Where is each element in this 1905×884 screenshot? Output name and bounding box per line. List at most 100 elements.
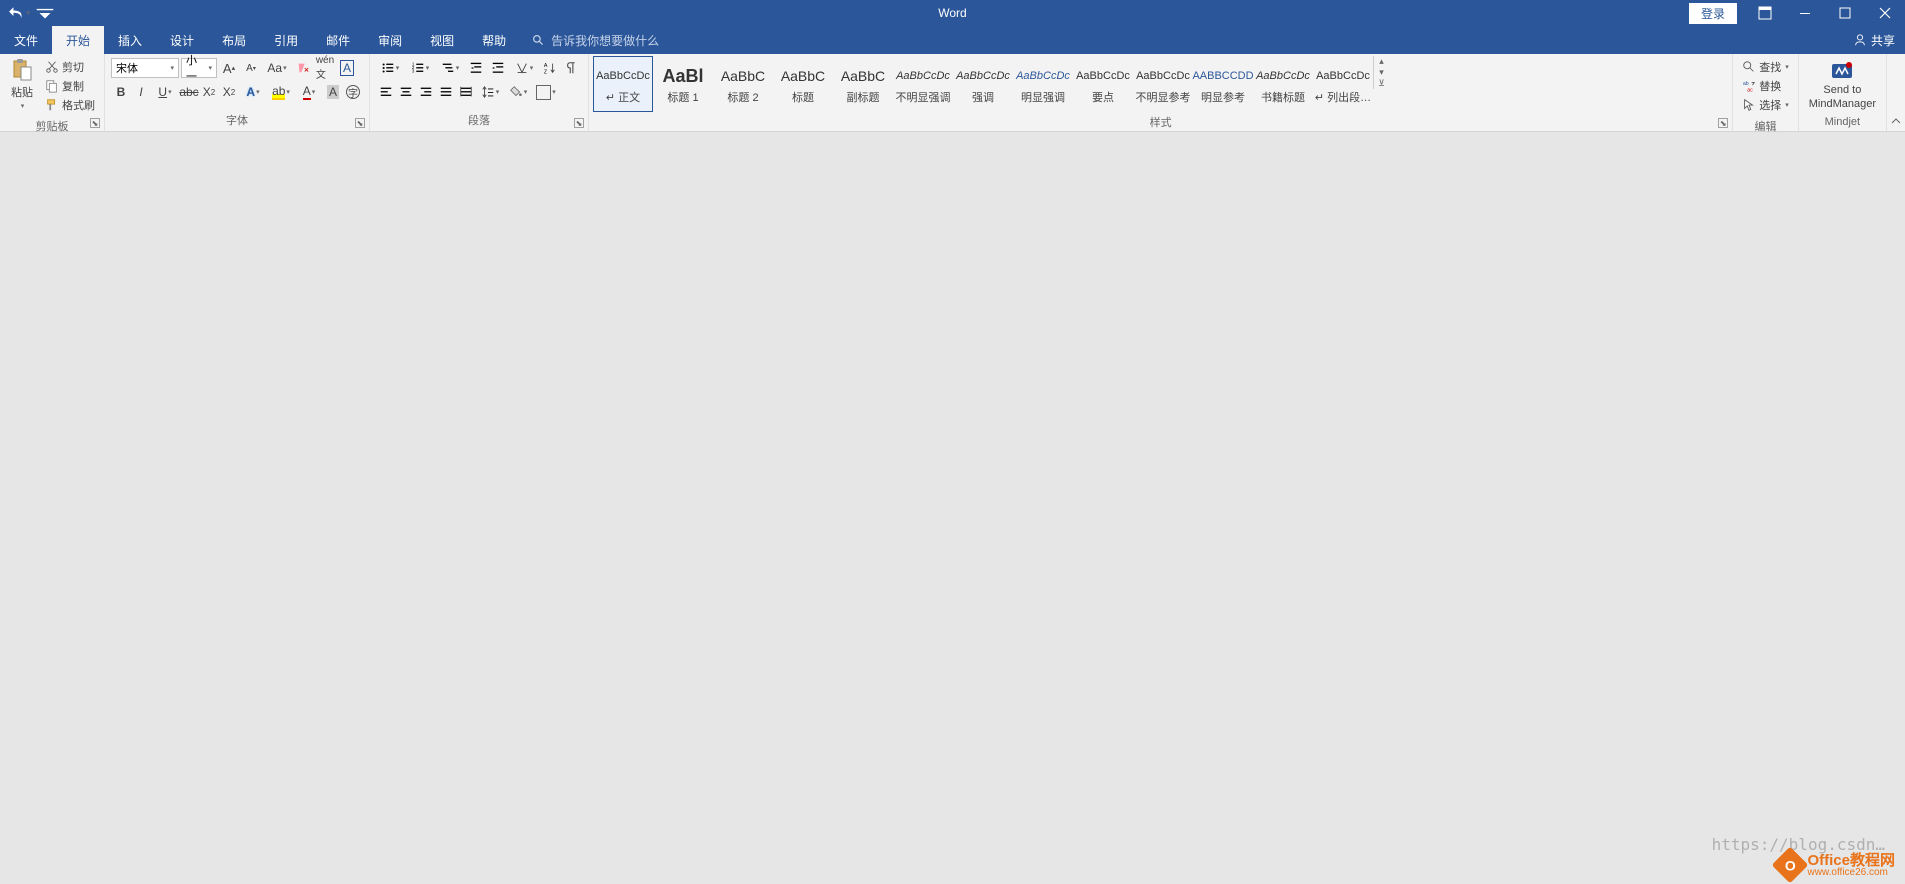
select-button[interactable]: 选择 ▾ (1739, 96, 1792, 114)
superscript-button[interactable]: X2 (219, 82, 239, 102)
font-name-combo[interactable]: 宋体▾ (111, 58, 179, 78)
format-painter-button[interactable]: 格式刷 (42, 96, 98, 114)
style-item-10[interactable]: AABBCCDD明显参考 (1193, 56, 1253, 112)
styles-gallery: AaBbCcDc↵ 正文AaBl标题 1AaBbC标题 2AaBbC标题AaBb… (593, 56, 1373, 112)
style-item-9[interactable]: AaBbCcDc不明显参考 (1133, 56, 1193, 112)
tab-layout[interactable]: 布局 (208, 26, 260, 54)
tab-help[interactable]: 帮助 (468, 26, 520, 54)
underline-button[interactable]: U▾ (151, 82, 179, 102)
character-border-button[interactable]: A (337, 58, 357, 78)
tab-view[interactable]: 视图 (416, 26, 468, 54)
asian-layout-button[interactable]: ▾ (510, 58, 538, 78)
numbering-button[interactable]: 123▾ (406, 58, 434, 78)
format-painter-label: 格式刷 (62, 97, 95, 113)
enclose-characters-button[interactable]: 字 (343, 82, 363, 102)
gallery-scroll-up[interactable]: ▴ (1374, 56, 1389, 67)
document-area[interactable]: https://blog.csdn… O Office教程网 www.offic… (0, 132, 1905, 884)
align-center-button[interactable] (396, 82, 416, 102)
style-item-5[interactable]: AaBbCcDc不明显强调 (893, 56, 953, 112)
style-item-1[interactable]: AaBl标题 1 (653, 56, 713, 112)
minimize-button[interactable] (1785, 0, 1825, 26)
align-right-button[interactable] (416, 82, 436, 102)
close-button[interactable] (1865, 0, 1905, 26)
borders-button[interactable]: ▾ (532, 82, 560, 102)
shrink-font-button[interactable]: A▾ (241, 58, 261, 78)
mindjet-line2: MindManager (1809, 98, 1876, 110)
phonetic-guide-button[interactable]: wén文 (315, 58, 335, 78)
undo-button[interactable]: ▾ (8, 2, 30, 24)
bullets-button[interactable]: ▾ (376, 58, 404, 78)
title-right-controls: 登录 (1689, 0, 1905, 26)
highlight-button[interactable]: ab▾ (267, 82, 295, 102)
gallery-scroll-down[interactable]: ▾ (1374, 67, 1389, 78)
tab-home[interactable]: 开始 (52, 26, 104, 54)
clear-formatting-button[interactable] (293, 58, 313, 78)
style-item-7[interactable]: AaBbCcDc明显强调 (1013, 56, 1073, 112)
increase-indent-button[interactable] (488, 58, 508, 78)
decrease-indent-button[interactable] (466, 58, 486, 78)
show-marks-button[interactable] (562, 58, 582, 78)
text-effects-button[interactable]: A▾ (239, 82, 267, 102)
paste-button[interactable]: 粘贴 ▾ (4, 56, 40, 112)
share-button[interactable]: 共享 (1843, 26, 1905, 54)
tell-me-search[interactable]: 告诉我你想要做什么 (520, 26, 671, 54)
tab-file[interactable]: 文件 (0, 26, 52, 54)
styles-launcher[interactable]: ⬊ (1718, 118, 1728, 128)
style-item-8[interactable]: AaBbCcDc要点 (1073, 56, 1133, 112)
group-mindjet-label: Mindjet (1803, 114, 1882, 131)
maximize-button[interactable] (1825, 0, 1865, 26)
grow-font-button[interactable]: A▴ (219, 58, 239, 78)
tab-review[interactable]: 审阅 (364, 26, 416, 54)
style-name: ↵ 正文 (606, 89, 640, 105)
style-item-11[interactable]: AaBbCcDc书籍标题 (1253, 56, 1313, 112)
character-shading-button[interactable]: A (323, 82, 343, 102)
sort-button[interactable]: AZ (540, 58, 560, 78)
tab-references[interactable]: 引用 (260, 26, 312, 54)
font-size-combo[interactable]: 小一▾ (181, 58, 217, 78)
style-name: ↵ 列出段… (1315, 89, 1371, 105)
svg-text:Z: Z (544, 69, 548, 75)
style-item-12[interactable]: AaBbCcDc↵ 列出段… (1313, 56, 1373, 112)
style-item-0[interactable]: AaBbCcDc↵ 正文 (593, 56, 653, 112)
font-color-button[interactable]: A▾ (295, 82, 323, 102)
title-bar: ▾ Word 登录 (0, 0, 1905, 26)
group-clipboard: 粘贴 ▾ 剪切 复制 格式刷 剪贴板 ⬊ (0, 54, 105, 131)
style-item-6[interactable]: AaBbCcDc强调 (953, 56, 1013, 112)
style-item-3[interactable]: AaBbC标题 (773, 56, 833, 112)
justify-button[interactable] (436, 82, 456, 102)
replace-button[interactable]: abac 替换 (1739, 77, 1792, 95)
line-spacing-button[interactable]: ▾ (476, 82, 504, 102)
style-preview: AaBbCcDc (1076, 63, 1130, 89)
collapse-ribbon-button[interactable] (1887, 54, 1905, 131)
style-name: 副标题 (847, 89, 880, 105)
style-item-4[interactable]: AaBbC副标题 (833, 56, 893, 112)
find-button[interactable]: 查找 ▾ (1739, 58, 1792, 76)
cut-button[interactable]: 剪切 (42, 58, 98, 76)
tab-design[interactable]: 设计 (156, 26, 208, 54)
login-button[interactable]: 登录 (1689, 3, 1737, 24)
shading-button[interactable]: ▾ (504, 82, 532, 102)
copy-button[interactable]: 复制 (42, 77, 98, 95)
ribbon: 粘贴 ▾ 剪切 复制 格式刷 剪贴板 ⬊ (0, 54, 1905, 132)
strikethrough-button[interactable]: abc (179, 82, 199, 102)
subscript-button[interactable]: X2 (199, 82, 219, 102)
send-to-mindmanager-button[interactable]: Send to MindManager (1803, 56, 1882, 112)
paste-label: 粘贴 (11, 84, 33, 100)
align-left-button[interactable] (376, 82, 396, 102)
tab-mailings[interactable]: 邮件 (312, 26, 364, 54)
qat-customize-button[interactable] (34, 2, 56, 24)
gallery-expand[interactable]: ⊻ (1374, 78, 1389, 89)
distributed-button[interactable] (456, 82, 476, 102)
italic-button[interactable]: I (131, 82, 151, 102)
scissors-icon (45, 60, 59, 74)
clipboard-launcher[interactable]: ⬊ (90, 118, 100, 128)
style-item-2[interactable]: AaBbC标题 2 (713, 56, 773, 112)
bold-button[interactable]: B (111, 82, 131, 102)
paragraph-launcher[interactable]: ⬊ (574, 118, 584, 128)
style-name: 明显参考 (1201, 89, 1245, 105)
change-case-button[interactable]: Aa▾ (263, 58, 291, 78)
tab-insert[interactable]: 插入 (104, 26, 156, 54)
ribbon-display-options-button[interactable] (1745, 0, 1785, 26)
font-launcher[interactable]: ⬊ (355, 118, 365, 128)
multilevel-list-button[interactable]: ▾ (436, 58, 464, 78)
